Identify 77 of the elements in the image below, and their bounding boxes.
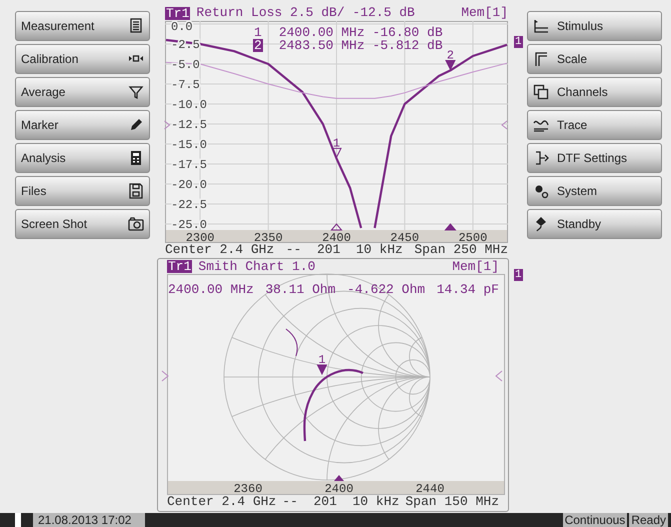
ruler-icon: [533, 51, 549, 67]
memory-label: Mem[1]: [461, 4, 508, 22]
marker-label: 1: [332, 136, 340, 150]
x-tick-label: 2450: [390, 231, 420, 245]
marker-readout: 2400.00 MHz: [168, 283, 254, 297]
chart-title: Return Loss 2.5 dB/ -12.5 dB: [196, 4, 415, 22]
marker-readout: 2483.50 MHz -5.812 dB: [278, 39, 443, 52]
x-tick-label: 2400: [324, 482, 354, 496]
sweep-info: Span 150 MHz: [405, 495, 499, 508]
list-icon: [128, 18, 144, 34]
pencil-icon: [128, 117, 144, 133]
calculator-icon: [128, 150, 144, 166]
memory-label: Mem[1]: [452, 258, 499, 276]
chart-title: Smith Chart 1.0: [198, 258, 316, 276]
menu-button[interactable]: Trace: [527, 110, 662, 140]
reference-pointer-icon: [162, 370, 169, 382]
marker-icon: [445, 60, 456, 71]
menu-button[interactable]: Calibration: [15, 44, 150, 74]
sweep-info: -- 201 10 kHz: [286, 243, 403, 256]
menu-button[interactable]: Marker: [15, 110, 150, 140]
menu-button[interactable]: Stimulus: [527, 11, 662, 41]
trace-badge: Tr1: [165, 6, 190, 20]
axis-icon: [533, 18, 549, 34]
x-tick-label: 2400: [322, 231, 351, 245]
sweep-info: Center 2.4 GHz: [167, 495, 276, 508]
y-tick-label: -10.0: [171, 98, 208, 112]
menu-button[interactable]: Measurement: [15, 11, 150, 41]
menu-button[interactable]: Files: [15, 176, 150, 206]
y-tick-label: -20.0: [171, 178, 208, 192]
sweep-info: Center 2.4 GHz: [165, 243, 274, 256]
x-tick-label: 2360: [234, 482, 262, 496]
y-tick-label: 0.0: [171, 20, 193, 34]
menu-button[interactable]: Scale: [527, 44, 662, 74]
filter-icon: [128, 84, 144, 100]
reference-pointer-icon: [164, 120, 170, 130]
menu-button[interactable]: Channels: [527, 77, 662, 107]
marker-number[interactable]: 1: [253, 26, 263, 39]
menu-button[interactable]: Analysis: [15, 143, 150, 173]
marker-number[interactable]: 2: [253, 39, 263, 52]
trace-badge: Tr1: [167, 260, 192, 273]
status-label: Ready: [629, 513, 668, 527]
marker-readout: 2400.00 MHz -16.80 dB: [278, 26, 443, 39]
marker-icon: [316, 364, 328, 376]
y-tick-label: -5.0: [171, 58, 200, 72]
indicator-icon: [15, 513, 21, 527]
x-tick-label: 2350: [254, 231, 283, 245]
sweep-info: Span 250 MHz: [414, 243, 508, 256]
reference-pointer-icon: [501, 120, 508, 130]
y-tick-label: -25.0: [171, 218, 208, 232]
sweep-info: -- 201 10 kHz: [282, 495, 400, 508]
marker-readout: 14.34 pF: [436, 283, 499, 297]
channel-badge: 1: [514, 36, 523, 48]
marker-icon: [331, 148, 342, 159]
x-tick-label: 2300: [186, 231, 214, 245]
marker-position-icon: [330, 223, 343, 230]
y-tick-label: -22.5: [171, 198, 208, 212]
reference-pointer-icon: [495, 370, 502, 382]
menu-button[interactable]: System: [527, 176, 662, 206]
y-tick-label: -7.5: [171, 78, 200, 92]
menu-button[interactable]: Screen Shot: [15, 209, 150, 239]
windows-icon: [533, 84, 549, 100]
menu-button[interactable]: Standby: [527, 209, 662, 239]
y-tick-label: -15.0: [171, 138, 208, 152]
y-tick-label: -17.5: [171, 158, 208, 172]
channel-badge: 1: [514, 269, 523, 281]
marker-label: 2: [446, 48, 454, 62]
menu-button[interactable]: DTF Settings: [527, 143, 662, 173]
marker-label: 1: [318, 353, 326, 367]
y-tick-label: -12.5: [171, 118, 208, 132]
x-tick-label: 2440: [416, 482, 444, 496]
date-time: 21.08.2013 17:02: [33, 513, 145, 527]
x-tick-label: 2500: [458, 231, 488, 245]
marker-readout: -4.622 Ohm: [347, 283, 426, 297]
marker-readout: 38.11 Ohm: [265, 283, 336, 297]
camera-icon: [128, 216, 144, 232]
menu-button[interactable]: Average: [15, 77, 150, 107]
sweep-mode: Continuous: [562, 513, 628, 527]
